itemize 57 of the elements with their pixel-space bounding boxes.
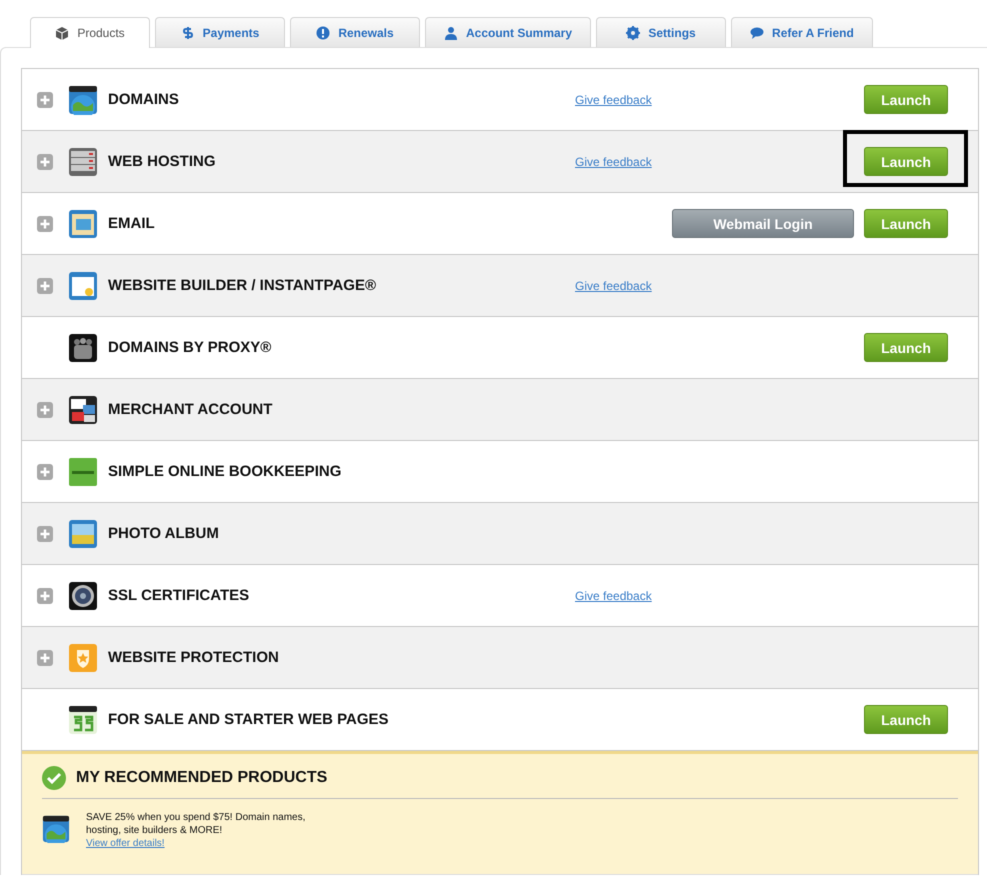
offer-text: SAVE 25% when you spend $75! Domain names, hosting, site builders & MORE!	[86, 811, 306, 837]
product-name: WEBSITE BUILDER / INSTANTPAGE®	[108, 276, 376, 294]
tab[interactable]: Settings	[596, 17, 726, 47]
speech-bubble-icon	[750, 26, 764, 40]
globe-window-icon	[68, 84, 98, 114]
expand-icon[interactable]	[37, 402, 53, 418]
expand-icon[interactable]	[37, 650, 53, 666]
bookkeeping-logo-icon	[68, 456, 98, 486]
browser-window-icon	[68, 270, 98, 300]
dollar-window-icon	[68, 704, 98, 734]
cube-icon	[55, 26, 70, 40]
launch-button[interactable]: Launch	[864, 85, 948, 114]
feedback-link[interactable]: Give feedback	[575, 154, 652, 168]
feedback-link[interactable]: Give feedback	[575, 278, 652, 292]
expand-icon[interactable]	[37, 526, 53, 542]
product-name: DOMAINS BY PROXY®	[108, 338, 272, 356]
tab[interactable]: Products	[30, 17, 150, 48]
person-icon	[444, 26, 458, 40]
people-silhouette-icon	[68, 332, 98, 362]
expand-icon[interactable]	[37, 278, 53, 294]
launch-button[interactable]: Launch	[864, 147, 948, 176]
expand-icon[interactable]	[37, 92, 53, 108]
globe-window-icon	[42, 815, 70, 843]
product-name: PHOTO ALBUM	[108, 524, 219, 542]
product-name: WEB HOSTING	[108, 152, 216, 170]
launch-button[interactable]: Launch	[864, 209, 948, 238]
envelope-icon	[68, 208, 98, 238]
tab[interactable]: Payments	[155, 17, 285, 47]
exclamation-icon	[316, 26, 330, 40]
tab[interactable]: Renewals	[290, 17, 420, 47]
credit-cards-icon	[68, 394, 98, 424]
product-name: FOR SALE AND STARTER WEB PAGES	[108, 710, 389, 728]
expand-icon[interactable]	[37, 154, 53, 170]
expand-icon[interactable]	[37, 464, 53, 480]
product-name: DOMAINS	[108, 90, 179, 108]
server-icon	[68, 146, 98, 176]
product-name: WEBSITE PROTECTION	[108, 648, 279, 666]
product-name: SIMPLE ONLINE BOOKKEEPING	[108, 462, 342, 480]
feedback-link[interactable]: Give feedback	[575, 92, 652, 106]
product-name: SSL CERTIFICATES	[108, 586, 250, 604]
launch-button[interactable]: Launch	[864, 333, 948, 362]
launch-button[interactable]: Launch	[864, 705, 948, 734]
offer-link[interactable]: View offer details!	[86, 837, 165, 850]
section-title: MY RECOMMENDED PRODUCTS	[76, 769, 328, 787]
tab[interactable]: Refer A Friend	[731, 17, 873, 47]
product-name: MERCHANT ACCOUNT	[108, 400, 272, 418]
expand-icon[interactable]	[37, 588, 53, 604]
dial-lock-icon	[68, 580, 98, 610]
dollar-icon	[180, 26, 195, 40]
settings-icon	[626, 26, 640, 40]
expand-icon[interactable]	[37, 216, 53, 232]
webmail-login-button[interactable]: Webmail Login	[672, 209, 854, 238]
landscape-photo-icon	[68, 518, 98, 548]
tab[interactable]: Account Summary	[425, 17, 592, 47]
feedback-link[interactable]: Give feedback	[575, 588, 652, 602]
product-name: EMAIL	[108, 214, 155, 232]
checkmark-icon	[42, 766, 66, 790]
